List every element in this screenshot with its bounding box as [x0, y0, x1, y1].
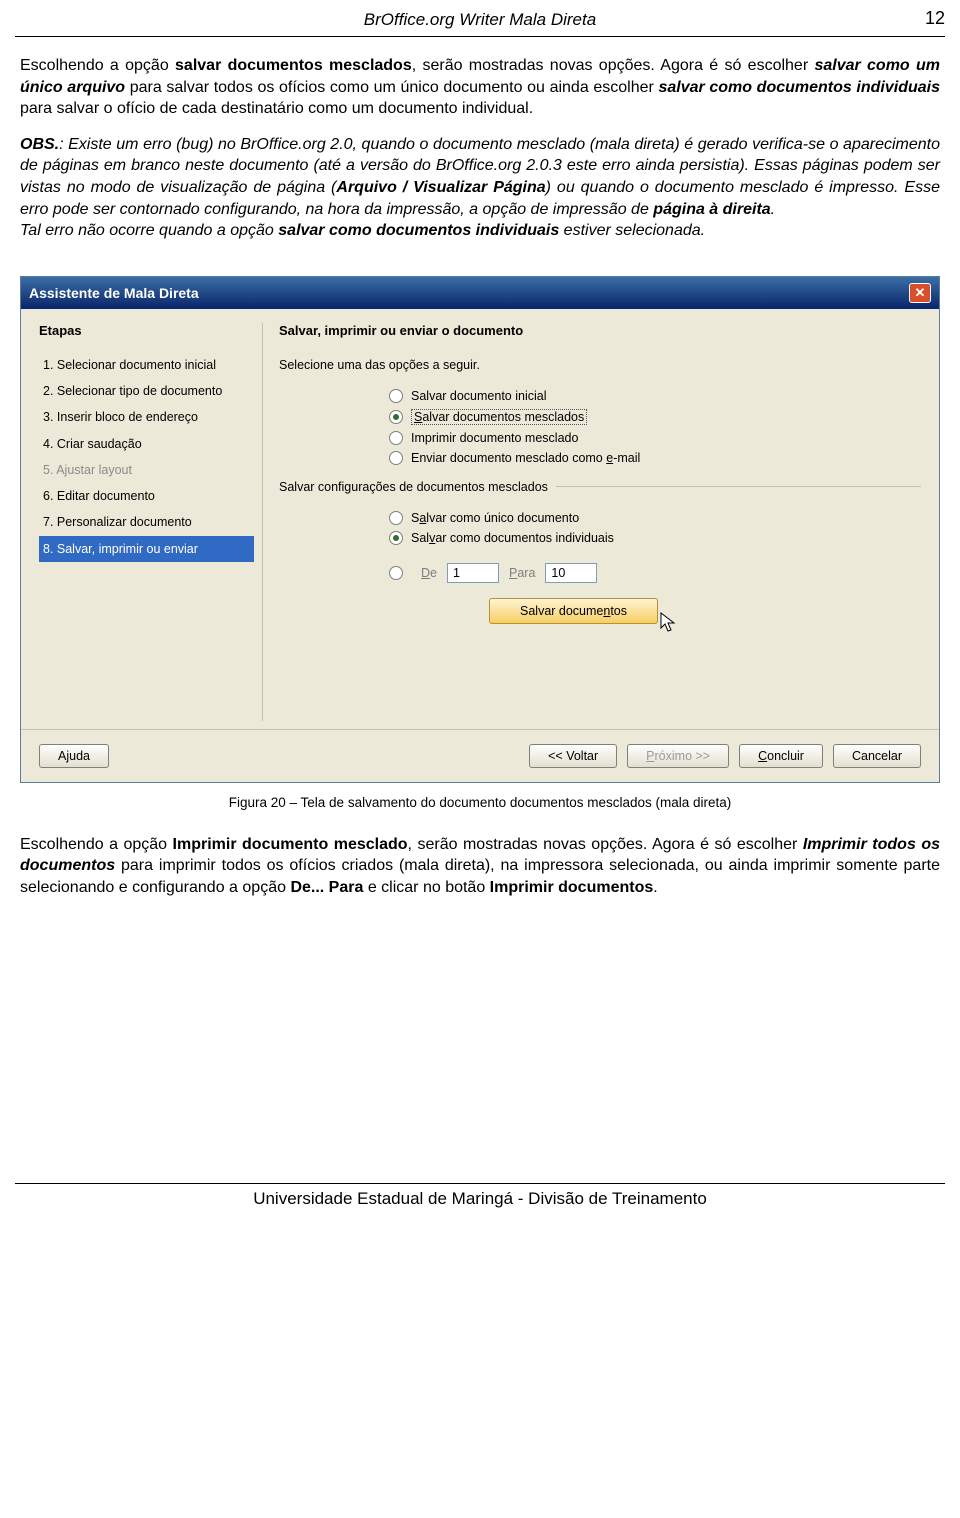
close-icon[interactable]: ✕	[909, 283, 931, 303]
de-input[interactable]: 1	[447, 563, 499, 583]
page-number: 12	[925, 8, 945, 29]
body-text-2: Escolhendo a opção Imprimir documento me…	[0, 834, 960, 923]
step-3[interactable]: 3. Inserir bloco de endereço	[39, 404, 254, 430]
dialog-footer: Ajuda << Voltar Próximo >> Concluir Canc…	[21, 729, 939, 782]
prompt-text: Selecione uma das opções a seguir.	[279, 358, 921, 372]
radio-icon[interactable]	[389, 410, 403, 424]
step-5: 5. Ajustar layout	[39, 457, 254, 483]
opt-single-doc[interactable]: Salvar como único documento	[389, 508, 921, 528]
step-8[interactable]: 8. Salvar, imprimir ou enviar	[39, 536, 254, 562]
paragraph-1: Escolhendo a opção salvar documentos mes…	[20, 55, 940, 120]
titlebar: Assistente de Mala Direta ✕	[21, 277, 939, 309]
finish-button[interactable]: Concluir	[739, 744, 823, 768]
header-title: BrOffice.org Writer Mala Direta	[364, 10, 596, 29]
main-panel: Salvar, imprimir ou enviar o documento S…	[279, 323, 921, 721]
cursor-icon	[659, 612, 679, 639]
help-button[interactable]: Ajuda	[39, 744, 109, 768]
main-header: Salvar, imprimir ou enviar o documento	[279, 323, 921, 338]
next-button: Próximo >>	[627, 744, 729, 768]
de-label: De	[421, 566, 437, 580]
range-row: De 1 Para 10	[389, 560, 921, 586]
opt-save-initial[interactable]: Salvar documento inicial	[389, 386, 921, 406]
back-button[interactable]: << Voltar	[529, 744, 617, 768]
save-config-legend: Salvar configurações de documentos mescl…	[279, 480, 556, 494]
page-header: BrOffice.org Writer Mala Direta 12	[15, 0, 945, 37]
body-text: Escolhendo a opção salvar documentos mes…	[0, 37, 960, 266]
paragraph-obs: OBS.: Existe um erro (bug) no BrOffice.o…	[20, 134, 940, 242]
step-6[interactable]: 6. Editar documento	[39, 483, 254, 509]
steps-panel: Etapas 1. Selecionar documento inicial 2…	[39, 323, 254, 721]
radio-icon[interactable]	[389, 511, 403, 525]
step-2[interactable]: 2. Selecionar tipo de documento	[39, 378, 254, 404]
paragraph-2: Escolhendo a opção Imprimir documento me…	[20, 834, 940, 899]
dialog-title: Assistente de Mala Direta	[29, 285, 199, 301]
radio-icon	[389, 566, 403, 580]
radio-icon[interactable]	[389, 531, 403, 545]
cancel-button[interactable]: Cancelar	[833, 744, 921, 768]
dialog-screenshot: Assistente de Mala Direta ✕ Etapas 1. Se…	[20, 276, 940, 783]
para-label: Para	[509, 566, 535, 580]
opt-individual-docs[interactable]: Salvar como documentos individuais	[389, 528, 921, 548]
para-input[interactable]: 10	[545, 563, 597, 583]
save-documents-button[interactable]: Salvar documentos	[489, 598, 658, 624]
radio-icon[interactable]	[389, 451, 403, 465]
options-group: Salvar documento inicial Salvar document…	[389, 386, 921, 468]
save-config-group: Salvar configurações de documentos mescl…	[279, 480, 921, 624]
step-4[interactable]: 4. Criar saudação	[39, 431, 254, 457]
page-footer: Universidade Estadual de Maringá - Divis…	[15, 1183, 945, 1221]
steps-header: Etapas	[39, 323, 254, 338]
step-1[interactable]: 1. Selecionar documento inicial	[39, 352, 254, 378]
opt-save-merged[interactable]: Salvar documentos mesclados	[389, 406, 921, 428]
step-7[interactable]: 7. Personalizar documento	[39, 509, 254, 535]
opt-send-email[interactable]: Enviar documento mesclado como e-mail	[389, 448, 921, 468]
radio-icon[interactable]	[389, 431, 403, 445]
radio-icon[interactable]	[389, 389, 403, 403]
figure-caption: Figura 20 – Tela de salvamento do docume…	[0, 789, 960, 834]
vertical-divider	[262, 323, 263, 721]
opt-print-merged[interactable]: Imprimir documento mesclado	[389, 428, 921, 448]
